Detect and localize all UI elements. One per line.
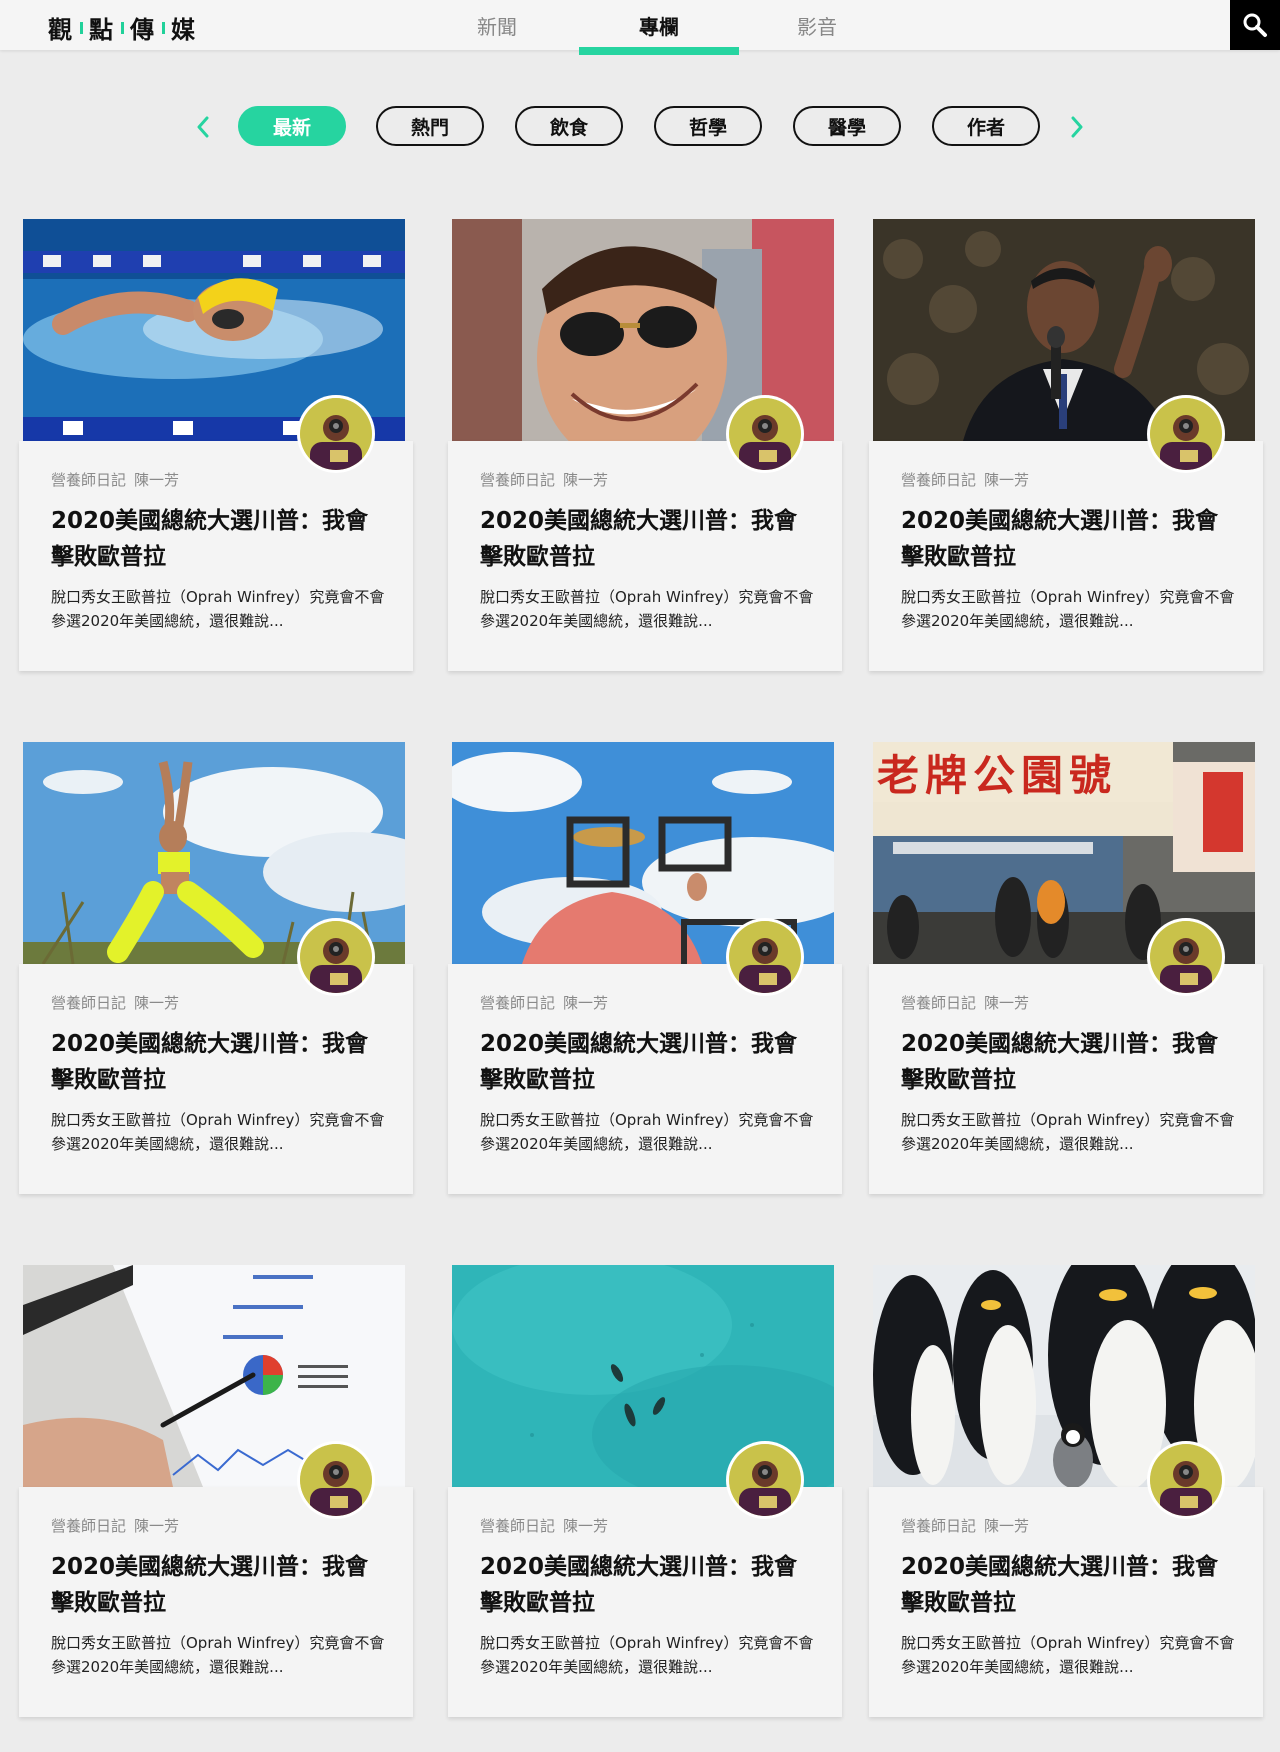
author-avatar[interactable] bbox=[1147, 395, 1225, 473]
article-title[interactable]: 2020美國總統大選川普：我會擊敗歐普拉 bbox=[51, 1549, 371, 1621]
article-excerpt: 脫口秀女王歐普拉（Oprah Winfrey）究竟會不會參選2020年美國總統，… bbox=[901, 1634, 1235, 1676]
author-name[interactable]: 陳一芳 bbox=[134, 471, 179, 489]
author-name[interactable]: 陳一芳 bbox=[984, 471, 1029, 489]
column-name[interactable]: 營養師日記 bbox=[480, 1517, 555, 1535]
filter-authors[interactable]: 作者 bbox=[932, 106, 1040, 146]
article-meta: 營養師日記 陳一芳 bbox=[51, 992, 179, 1013]
author-name[interactable]: 陳一芳 bbox=[984, 994, 1029, 1012]
logo-separator bbox=[121, 21, 124, 34]
article-card[interactable]: 營養師日記 陳一芳 2020美國總統大選川普：我會擊敗歐普拉 脫口秀女王歐普拉（O… bbox=[869, 219, 1263, 671]
article-excerpt: 脫口秀女王歐普拉（Oprah Winfrey）究竟會不會參選2020年美國總統，… bbox=[51, 588, 385, 630]
article-meta: 營養師日記 陳一芳 bbox=[901, 992, 1029, 1013]
article-title[interactable]: 2020美國總統大選川普：我會擊敗歐普拉 bbox=[901, 503, 1221, 575]
article-title[interactable]: 2020美國總統大選川普：我會擊敗歐普拉 bbox=[480, 503, 800, 575]
top-header: 觀 點 傳 媒 新聞 專欄 影音 bbox=[0, 0, 1280, 55]
logo-char: 點 bbox=[89, 16, 115, 44]
article-meta: 營養師日記 陳一芳 bbox=[480, 469, 608, 490]
author-name[interactable]: 陳一芳 bbox=[984, 1517, 1029, 1535]
chevron-right-icon bbox=[1071, 116, 1083, 138]
column-name[interactable]: 營養師日記 bbox=[901, 471, 976, 489]
author-avatar[interactable] bbox=[1147, 918, 1225, 996]
shop-sign-text: 老牌公園號 bbox=[877, 751, 1117, 800]
author-avatar[interactable] bbox=[297, 395, 375, 473]
column-name[interactable]: 營養師日記 bbox=[51, 994, 126, 1012]
article-card[interactable]: 營養師日記 陳一芳 2020美國總統大選川普：我會擊敗歐普拉 脫口秀女王歐普拉（O… bbox=[448, 1265, 842, 1717]
article-excerpt: 脫口秀女王歐普拉（Oprah Winfrey）究竟會不會參選2020年美國總統，… bbox=[480, 1634, 814, 1676]
filter-latest[interactable]: 最新 bbox=[238, 106, 346, 146]
article-excerpt: 脫口秀女王歐普拉（Oprah Winfrey）究竟會不會參選2020年美國總統，… bbox=[901, 1111, 1235, 1153]
article-title[interactable]: 2020美國總統大選川普：我會擊敗歐普拉 bbox=[901, 1026, 1221, 1098]
filter-philosophy[interactable]: 哲學 bbox=[654, 106, 762, 146]
author-avatar[interactable] bbox=[726, 1441, 804, 1519]
logo-char: 傳 bbox=[130, 16, 156, 44]
filter-medicine[interactable]: 醫學 bbox=[793, 106, 901, 146]
column-name[interactable]: 營養師日記 bbox=[901, 994, 976, 1012]
article-meta: 營養師日記 陳一芳 bbox=[901, 1515, 1029, 1536]
nav-tab-video[interactable]: 影音 bbox=[737, 0, 897, 50]
article-card[interactable]: 營養師日記 陳一芳 2020美國總統大選川普：我會擊敗歐普拉 脫口秀女王歐普拉（O… bbox=[19, 219, 413, 671]
logo-char: 媒 bbox=[171, 16, 197, 44]
logo-char: 觀 bbox=[48, 16, 74, 44]
author-name[interactable]: 陳一芳 bbox=[563, 1517, 608, 1535]
author-avatar[interactable] bbox=[1147, 1441, 1225, 1519]
filter-next-button[interactable] bbox=[1062, 110, 1092, 144]
article-card[interactable]: 營養師日記 陳一芳 2020美國總統大選川普：我會擊敗歐普拉 脫口秀女王歐普拉（O… bbox=[448, 219, 842, 671]
article-meta: 營養師日記 陳一芳 bbox=[51, 469, 179, 490]
column-name[interactable]: 營養師日記 bbox=[51, 471, 126, 489]
article-meta: 營養師日記 陳一芳 bbox=[480, 992, 608, 1013]
filter-prev-button[interactable] bbox=[188, 110, 218, 144]
site-logo[interactable]: 觀 點 傳 媒 bbox=[48, 10, 197, 45]
column-name[interactable]: 營養師日記 bbox=[51, 1517, 126, 1535]
category-filter-bar: 最新 熱門 飲食 哲學 醫學 作者 bbox=[0, 100, 1280, 154]
author-avatar[interactable] bbox=[297, 918, 375, 996]
search-icon bbox=[1243, 13, 1267, 37]
article-title[interactable]: 2020美國總統大選川普：我會擊敗歐普拉 bbox=[480, 1026, 800, 1098]
article-card[interactable]: 營養師日記 陳一芳 2020美國總統大選川普：我會擊敗歐普拉 脫口秀女王歐普拉（O… bbox=[19, 1265, 413, 1717]
author-avatar[interactable] bbox=[726, 395, 804, 473]
article-title[interactable]: 2020美國總統大選川普：我會擊敗歐普拉 bbox=[51, 503, 371, 575]
article-card[interactable]: 老牌公園號 營養師日記 陳一芳 2020美國總統大選川普：我會擊敗歐普拉 脫口秀女… bbox=[869, 742, 1263, 1194]
column-name[interactable]: 營養師日記 bbox=[480, 994, 555, 1012]
author-name[interactable]: 陳一芳 bbox=[563, 471, 608, 489]
filter-popular[interactable]: 熱門 bbox=[376, 106, 484, 146]
logo-separator bbox=[80, 21, 83, 34]
article-excerpt: 脫口秀女王歐普拉（Oprah Winfrey）究竟會不會參選2020年美國總統，… bbox=[51, 1634, 385, 1676]
author-avatar[interactable] bbox=[297, 1441, 375, 1519]
article-excerpt: 脫口秀女王歐普拉（Oprah Winfrey）究竟會不會參選2020年美國總統，… bbox=[480, 588, 814, 630]
column-name[interactable]: 營養師日記 bbox=[480, 471, 555, 489]
filter-food[interactable]: 飲食 bbox=[515, 106, 623, 146]
column-name[interactable]: 營養師日記 bbox=[901, 1517, 976, 1535]
author-avatar[interactable] bbox=[726, 918, 804, 996]
article-title[interactable]: 2020美國總統大選川普：我會擊敗歐普拉 bbox=[480, 1549, 800, 1621]
search-button[interactable] bbox=[1230, 0, 1280, 50]
article-excerpt: 脫口秀女王歐普拉（Oprah Winfrey）究竟會不會參選2020年美國總統，… bbox=[51, 1111, 385, 1153]
article-card[interactable]: 營養師日記 陳一芳 2020美國總統大選川普：我會擊敗歐普拉 脫口秀女王歐普拉（O… bbox=[448, 742, 842, 1194]
article-title[interactable]: 2020美國總統大選川普：我會擊敗歐普拉 bbox=[901, 1549, 1221, 1621]
article-card[interactable]: 營養師日記 陳一芳 2020美國總統大選川普：我會擊敗歐普拉 脫口秀女王歐普拉（O… bbox=[869, 1265, 1263, 1717]
author-name[interactable]: 陳一芳 bbox=[134, 994, 179, 1012]
nav-tab-news[interactable]: 新聞 bbox=[417, 0, 577, 50]
chevron-left-icon bbox=[197, 116, 209, 138]
article-meta: 營養師日記 陳一芳 bbox=[51, 1515, 179, 1536]
article-card[interactable]: 營養師日記 陳一芳 2020美國總統大選川普：我會擊敗歐普拉 脫口秀女王歐普拉（O… bbox=[19, 742, 413, 1194]
nav-tab-columns[interactable]: 專欄 bbox=[579, 0, 739, 55]
article-title[interactable]: 2020美國總統大選川普：我會擊敗歐普拉 bbox=[51, 1026, 371, 1098]
author-name[interactable]: 陳一芳 bbox=[563, 994, 608, 1012]
author-name[interactable]: 陳一芳 bbox=[134, 1517, 179, 1535]
article-meta: 營養師日記 陳一芳 bbox=[901, 469, 1029, 490]
article-excerpt: 脫口秀女王歐普拉（Oprah Winfrey）究竟會不會參選2020年美國總統，… bbox=[480, 1111, 814, 1153]
article-excerpt: 脫口秀女王歐普拉（Oprah Winfrey）究竟會不會參選2020年美國總統，… bbox=[901, 588, 1235, 630]
article-meta: 營養師日記 陳一芳 bbox=[480, 1515, 608, 1536]
logo-separator bbox=[162, 21, 165, 34]
